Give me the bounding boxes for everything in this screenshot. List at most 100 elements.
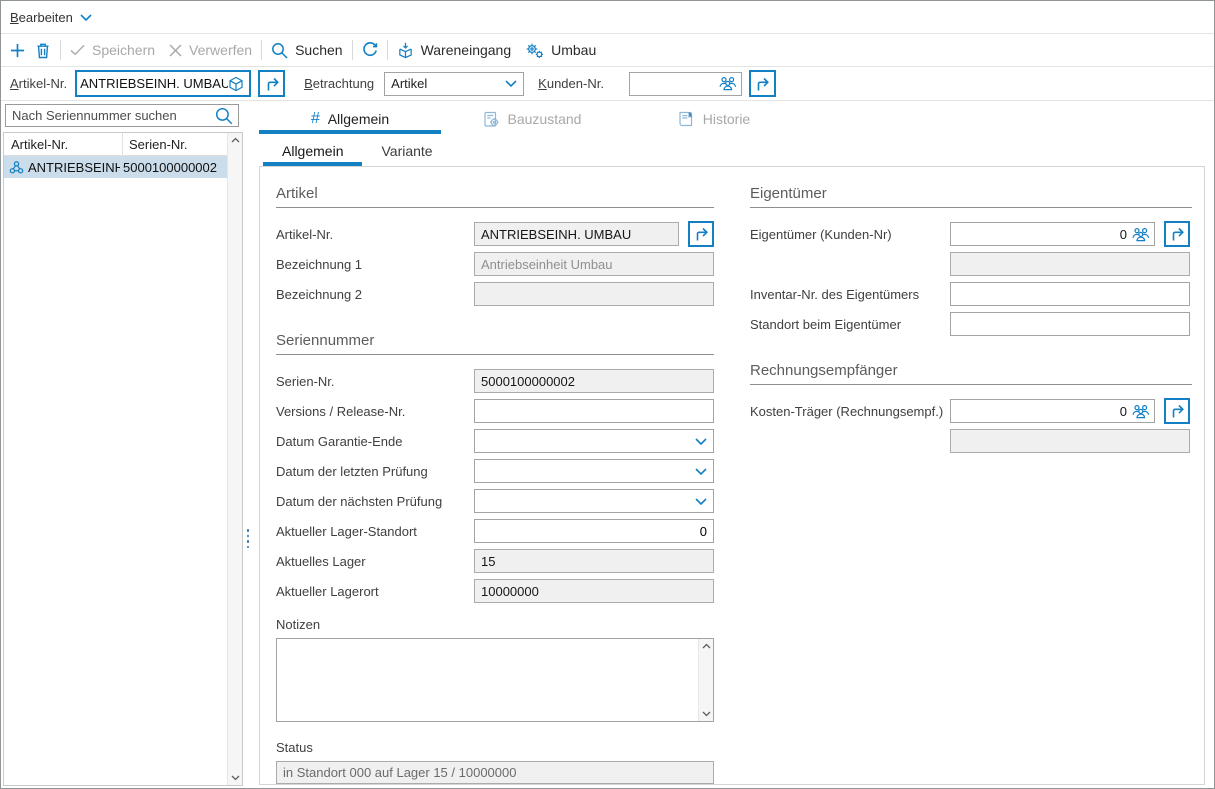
- inventar-nr-input[interactable]: [957, 287, 1183, 302]
- serial-search-box: [5, 104, 239, 127]
- chevron-down-icon: [695, 437, 707, 446]
- serial-search-input[interactable]: [6, 108, 215, 123]
- tab-allgemein-label: Allgemein: [328, 111, 389, 127]
- field-label: Kosten-Träger (Rechnungsempf.): [750, 404, 950, 419]
- serial-list-sidebar: Artikel-Nr. Serien-Nr. ANTRIEBSEINH... 5…: [1, 101, 247, 788]
- people-icon[interactable]: [719, 76, 737, 91]
- article-navigate-button[interactable]: [258, 70, 285, 97]
- app-window: Bearbeiten Speichern: [0, 0, 1215, 789]
- view-select[interactable]: Artikel: [384, 72, 524, 96]
- field-label: Inventar-Nr. des Eigentümers: [750, 287, 950, 302]
- view-label: Betrachtung: [304, 76, 374, 91]
- lager-standort-input[interactable]: [481, 524, 707, 539]
- panel-splitter-handle[interactable]: [245, 529, 251, 548]
- refresh-icon: [362, 42, 378, 58]
- scroll-up-icon[interactable]: [702, 643, 711, 649]
- cube-icon[interactable]: [228, 76, 244, 92]
- field-label: Aktuelles Lager: [276, 554, 474, 569]
- check-icon: [70, 44, 85, 56]
- bezeichnung1-readonly-field: Antriebseinheit Umbau: [474, 252, 714, 276]
- people-icon[interactable]: [1132, 404, 1150, 419]
- refresh-button[interactable]: [362, 42, 378, 58]
- search-icon: [271, 42, 288, 59]
- eigentuemer-navigate-button[interactable]: [1164, 221, 1190, 247]
- trash-icon: [35, 42, 51, 59]
- save-button[interactable]: Speichern: [70, 42, 155, 58]
- customer-nr-input[interactable]: [630, 76, 719, 91]
- kosten-traeger-field[interactable]: 0: [950, 399, 1155, 423]
- naechste-pruefung-datepicker[interactable]: [474, 489, 714, 513]
- rebuild-button[interactable]: Umbau: [525, 42, 596, 59]
- gears-icon: [525, 42, 544, 59]
- row-serial-cell: 5000100000002: [120, 160, 227, 175]
- kosten-traeger-value: 0: [957, 404, 1132, 419]
- go-to-arrow-icon: [693, 226, 709, 242]
- field-label: Versions / Release-Nr.: [276, 404, 474, 419]
- lagerort-readonly-field: 10000000: [474, 579, 714, 603]
- column-header-article[interactable]: Artikel-Nr.: [4, 133, 123, 155]
- subtab-variante-label: Variante: [381, 143, 432, 159]
- serial-list-header: Artikel-Nr. Serien-Nr.: [4, 133, 227, 156]
- search-button[interactable]: Suchen: [271, 42, 342, 59]
- go-to-arrow-icon: [264, 76, 280, 92]
- customer-navigate-button[interactable]: [749, 70, 776, 97]
- package-icon: [397, 42, 414, 59]
- sidebar-scrollbar[interactable]: [227, 133, 242, 785]
- standort-eigentuemer-field: [950, 312, 1190, 336]
- article-nr-input[interactable]: [77, 76, 228, 91]
- scroll-down-icon[interactable]: [702, 711, 711, 717]
- version-input[interactable]: [481, 404, 707, 419]
- field-label: Artikel-Nr.: [276, 227, 474, 242]
- chevron-down-icon: [80, 13, 92, 22]
- rebuild-label: Umbau: [551, 42, 596, 58]
- field-label: Datum Garantie-Ende: [276, 434, 474, 449]
- discard-button[interactable]: Verwerfen: [169, 42, 252, 58]
- customer-nr-field: [629, 72, 742, 96]
- subtab-allgemein[interactable]: Allgemein: [263, 136, 362, 166]
- scroll-down-icon[interactable]: [231, 775, 240, 781]
- row-article-cell: ANTRIEBSEINH...: [28, 160, 120, 175]
- delete-button[interactable]: [35, 42, 51, 59]
- tab-bauzustand-label: Bauzustand: [508, 111, 582, 127]
- toolbar-separator: [261, 40, 262, 60]
- eigentuemer-kunden-nr-field[interactable]: 0: [950, 222, 1155, 246]
- go-to-arrow-icon: [754, 76, 770, 92]
- scroll-up-icon[interactable]: [231, 137, 240, 143]
- view-select-value: Artikel: [391, 76, 505, 91]
- standort-eigentuemer-input[interactable]: [957, 317, 1183, 332]
- lager-readonly-field: 15: [474, 549, 714, 573]
- right-column: Eigentümer Eigentümer (Kunden-Nr) 0: [750, 185, 1192, 459]
- notizen-scrollbar[interactable]: [698, 639, 713, 721]
- serial-list-row-selected[interactable]: ANTRIEBSEINH... 5000100000002: [4, 156, 227, 178]
- go-to-arrow-icon: [1169, 226, 1185, 242]
- people-icon[interactable]: [1132, 227, 1150, 242]
- notizen-textarea[interactable]: [277, 639, 698, 721]
- menu-bar: Bearbeiten: [1, 1, 1214, 34]
- tab-historie[interactable]: Historie: [623, 104, 805, 134]
- field-label: Datum der letzten Prüfung: [276, 464, 474, 479]
- field-label: Datum der nächsten Prüfung: [276, 494, 474, 509]
- customer-nr-label: Kunden-Nr.: [538, 76, 604, 91]
- search-icon[interactable]: [215, 107, 233, 125]
- kosten-traeger-navigate-button[interactable]: [1164, 398, 1190, 424]
- garantie-ende-datepicker[interactable]: [474, 429, 714, 453]
- toolbar-separator: [387, 40, 388, 60]
- artikel-navigate-button[interactable]: [688, 221, 714, 247]
- goods-receipt-label: Wareneingang: [421, 42, 512, 58]
- edit-menu[interactable]: Bearbeiten: [10, 10, 92, 25]
- left-column: Artikel Artikel-Nr. ANTRIEBSEINH. UMBAU …: [276, 185, 714, 784]
- tab-bauzustand[interactable]: Bauzustand: [441, 104, 623, 134]
- body: Artikel-Nr. Serien-Nr. ANTRIEBSEINH... 5…: [1, 101, 1214, 788]
- sub-tabs: Allgemein Variante: [259, 136, 1214, 166]
- add-button[interactable]: [10, 43, 25, 58]
- goods-receipt-button[interactable]: Wareneingang: [397, 42, 512, 59]
- column-header-serial[interactable]: Serien-Nr.: [123, 137, 227, 152]
- section-seriennummer-title: Seriennummer: [276, 332, 714, 355]
- subtab-variante[interactable]: Variante: [362, 136, 451, 166]
- record-bar: Artikel-Nr. Betrachtung Artikel Kunden-N…: [1, 67, 1214, 101]
- toolbar: Speichern Verwerfen Suchen Warenein: [1, 34, 1214, 67]
- plus-icon: [10, 43, 25, 58]
- field-label: Standort beim Eigentümer: [750, 317, 950, 332]
- tab-allgemein[interactable]: # Allgemein: [259, 104, 441, 134]
- letzte-pruefung-datepicker[interactable]: [474, 459, 714, 483]
